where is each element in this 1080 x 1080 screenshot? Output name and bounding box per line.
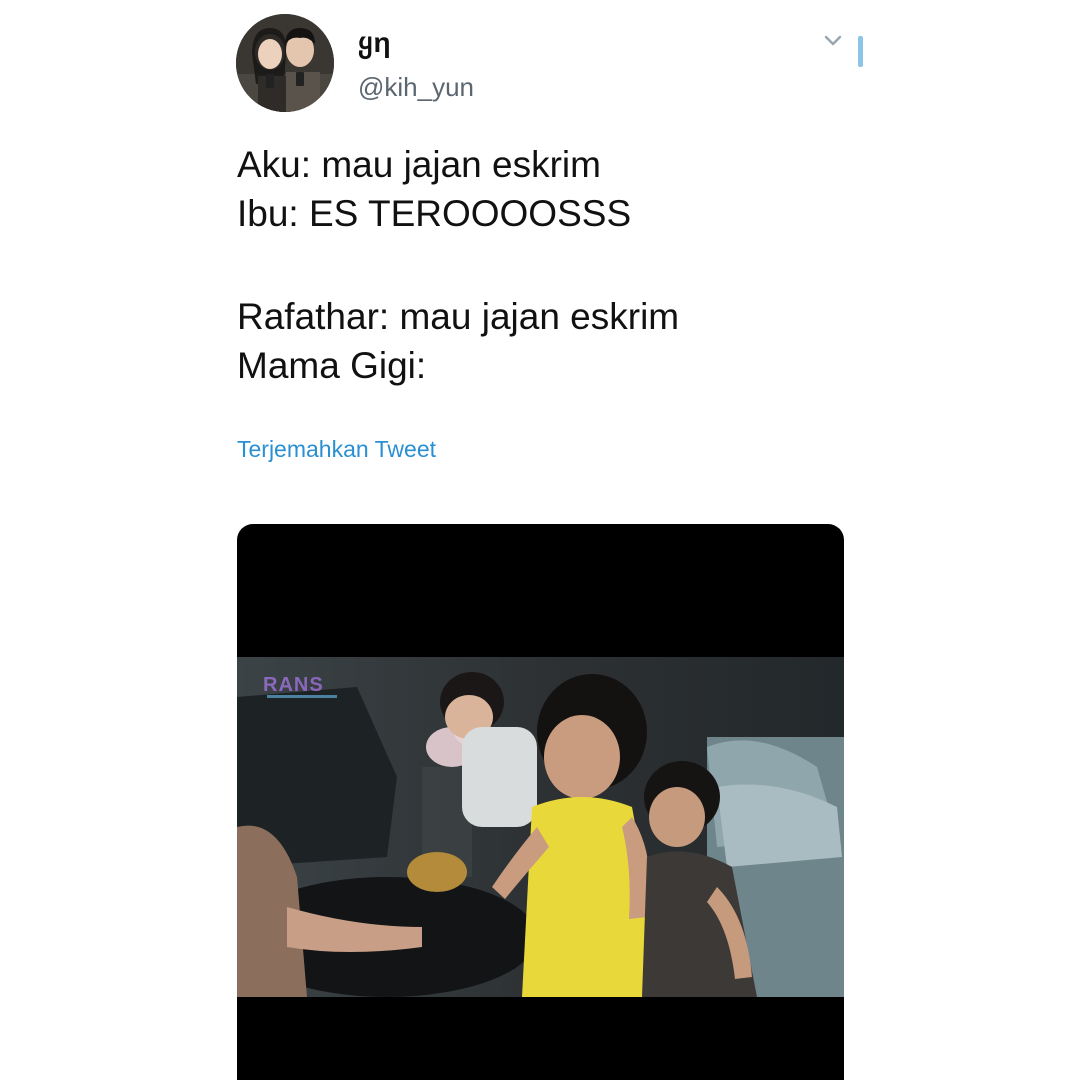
rans-watermark: RANS [263, 674, 324, 696]
video-frame: RANS [237, 657, 844, 997]
translate-tweet-link[interactable]: Terjemahkan Tweet [237, 436, 436, 463]
tweet-line: Ibu: ES TEROOOOSSS [237, 193, 632, 234]
chevron-down-icon[interactable] [822, 32, 844, 50]
video-still: RANS [237, 657, 844, 997]
tweet-line: Rafathar: mau jajan eskrim [237, 296, 680, 337]
avatar-photo [236, 14, 334, 112]
user-handle[interactable]: @kih_yun [358, 72, 474, 103]
tweet-video[interactable]: RANS [237, 524, 844, 1080]
display-name[interactable]: ყη [358, 26, 392, 59]
tweet-line: Aku: mau jajan eskrim [237, 144, 601, 185]
avatar[interactable] [236, 14, 334, 112]
scroll-indicator [858, 36, 863, 67]
tweet-body: Aku: mau jajan eskrim Ibu: ES TEROOOOSSS… [237, 140, 857, 390]
tweet-line: Mama Gigi: [237, 345, 427, 386]
tweet-screenshot: ყη @kih_yun Aku: mau jajan eskrim Ibu: E… [0, 0, 1080, 1080]
